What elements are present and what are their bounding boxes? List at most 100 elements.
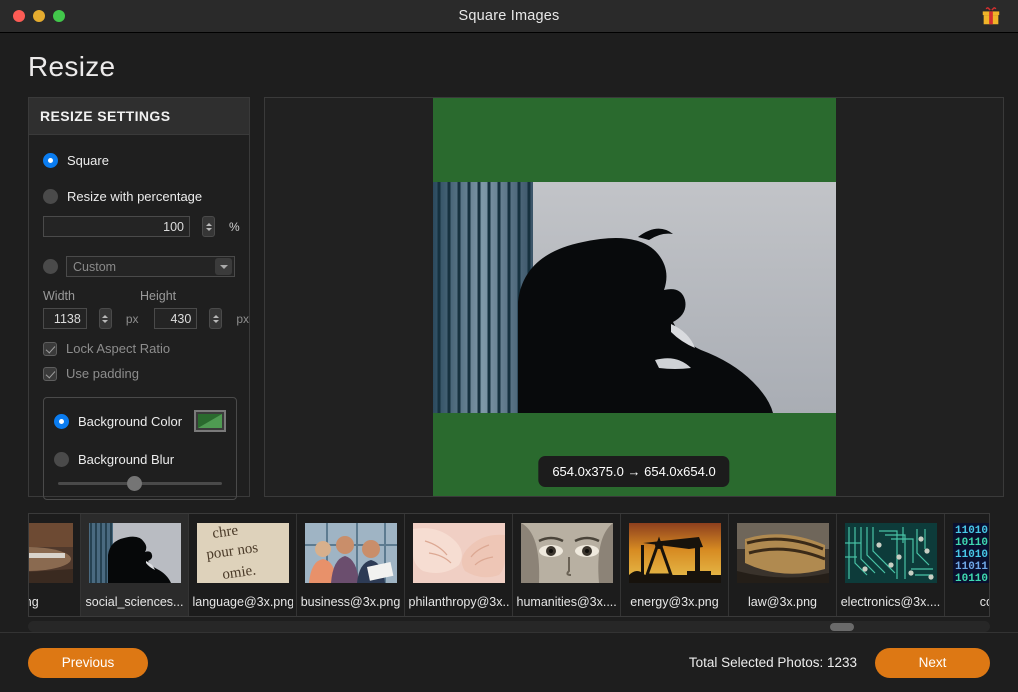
custom-preset-select[interactable]: Custom	[66, 256, 235, 277]
list-item[interactable]: law@3x.png	[729, 514, 837, 617]
dimension-field-row: px px	[29, 308, 249, 329]
lock-aspect-ratio-label: Lock Aspect Ratio	[66, 341, 171, 356]
thumbnail-label: language@3x.png	[192, 595, 293, 609]
scrollbar-thumb[interactable]	[830, 623, 854, 632]
content-area: RESIZE SETTINGS Square Resize with perce…	[0, 97, 1018, 505]
lock-aspect-ratio-checkbox[interactable]	[43, 341, 57, 356]
use-padding-label: Use padding	[66, 366, 139, 381]
height-stepper[interactable]	[209, 308, 223, 329]
thumbnail-image: 11010 10110 11010 11011 10110	[952, 523, 989, 583]
background-blur-radio[interactable]	[54, 452, 69, 467]
app-window: Square Images Resize RESIZE SETTINGS Squ…	[0, 0, 1018, 692]
thumbnail-image	[88, 523, 181, 583]
total-selected-photos-label: Total Selected Photos: 1233	[688, 655, 857, 670]
height-input[interactable]	[154, 309, 197, 328]
thumbnail-image	[844, 523, 937, 583]
thumbnail-strip[interactable]: ...ng social_sciences...	[28, 513, 990, 618]
previous-button[interactable]: Previous	[28, 647, 148, 678]
background-color-radio[interactable]	[54, 413, 69, 429]
list-item[interactable]: chre pour nos omie. language@3x.png	[189, 514, 297, 617]
meeting-thumbnail-graphic	[304, 523, 397, 583]
option-background-blur[interactable]: Background Blur	[44, 452, 236, 467]
square-radio[interactable]	[43, 153, 58, 168]
background-blur-label: Background Blur	[78, 452, 175, 467]
hands-thumbnail-graphic	[412, 523, 505, 583]
option-square[interactable]: Square	[29, 153, 249, 168]
percentage-input-wrap[interactable]	[43, 216, 190, 237]
background-color-swatch[interactable]	[194, 410, 226, 432]
thumbnail-label: humanities@3x....	[516, 595, 617, 609]
chevron-down-icon[interactable]	[215, 258, 232, 275]
preview-image-graphic	[432, 181, 836, 413]
percentage-input[interactable]	[44, 217, 189, 236]
background-options-group: Background Color Background Blur	[43, 397, 237, 500]
width-input-wrap[interactable]	[43, 308, 87, 329]
text-paper-thumbnail-graphic: chre pour nos omie.	[196, 523, 289, 583]
use-padding-row[interactable]: Use padding	[29, 366, 249, 381]
title-bar: Square Images	[0, 0, 1018, 33]
footer-bar: Previous Total Selected Photos: 1233 Nex…	[0, 632, 1018, 692]
width-label: Width	[43, 289, 75, 303]
settings-panel-body: Square Resize with percentage %	[29, 135, 249, 500]
binary-code-thumbnail-graphic: 11010 10110 11010 11011 10110	[952, 523, 989, 583]
list-item[interactable]: energy@3x.png	[621, 514, 729, 617]
list-item[interactable]: business@3x.png	[297, 514, 405, 617]
preview-canvas: 654.0x375.0 → 654.0x654.0	[432, 98, 836, 496]
option-custom[interactable]: Custom	[29, 256, 249, 277]
pottery-thumbnail-graphic	[29, 523, 73, 583]
list-item[interactable]: humanities@3x....	[513, 514, 621, 617]
percentage-radio[interactable]	[43, 189, 58, 204]
thumbnail-scrollbar[interactable]	[28, 621, 990, 632]
thumbnail-image	[736, 523, 829, 583]
thumbnail-image	[29, 523, 73, 583]
blur-slider-knob[interactable]	[127, 476, 142, 491]
circuit-board-thumbnail-graphic	[844, 523, 937, 583]
svg-text:10110: 10110	[955, 537, 988, 549]
percentage-label: Resize with percentage	[67, 189, 203, 204]
svg-text:11010: 11010	[955, 549, 988, 561]
gift-icon[interactable]	[980, 5, 1002, 27]
list-item[interactable]: philanthropy@3x...	[405, 514, 513, 617]
svg-text:11011: 11011	[955, 561, 988, 573]
next-button[interactable]: Next	[875, 647, 990, 678]
percentage-stepper[interactable]	[202, 216, 215, 237]
settings-panel-header: RESIZE SETTINGS	[29, 98, 249, 135]
height-unit: px	[236, 311, 249, 326]
thumbnail-image: chre pour nos omie.	[196, 523, 289, 583]
list-item[interactable]: 11010 10110 11010 11011 10110 compu	[945, 514, 989, 617]
page-header: Resize	[0, 33, 1018, 97]
traffic-lights	[13, 10, 65, 22]
dimension-badge: 654.0x375.0 → 654.0x654.0	[538, 455, 730, 487]
color-swatch-fill	[198, 414, 222, 428]
close-button[interactable]	[13, 10, 25, 22]
width-stepper[interactable]	[98, 308, 112, 329]
image-preview-panel: 654.0x375.0 → 654.0x654.0	[264, 97, 1004, 497]
thumbnail-image	[412, 523, 505, 583]
width-unit: px	[125, 311, 139, 326]
thumbnail-label: law@3x.png	[748, 595, 817, 609]
oil-pump-thumbnail-graphic	[628, 523, 721, 583]
list-item[interactable]: ...ng	[29, 514, 81, 617]
list-item[interactable]: social_sciences...	[81, 514, 189, 617]
thumbnail-label: compu	[979, 595, 989, 609]
use-padding-checkbox[interactable]	[43, 366, 57, 381]
thumbnail-image	[628, 523, 721, 583]
zoom-button[interactable]	[53, 10, 65, 22]
minimize-button[interactable]	[33, 10, 45, 22]
option-resize-percentage[interactable]: Resize with percentage	[29, 189, 249, 204]
option-background-color[interactable]: Background Color	[44, 410, 236, 432]
preview-image	[432, 181, 836, 413]
height-input-wrap[interactable]	[153, 308, 198, 329]
lock-aspect-ratio-row[interactable]: Lock Aspect Ratio	[29, 341, 249, 356]
height-label: Height	[140, 289, 177, 303]
thumbnail-image	[304, 523, 397, 583]
silhouette-thumbnail-graphic	[88, 523, 181, 583]
thumbnail-label: electronics@3x....	[840, 595, 941, 609]
custom-radio[interactable]	[43, 259, 58, 274]
percentage-unit: %	[229, 219, 240, 234]
blur-slider[interactable]	[44, 476, 236, 491]
gavel-wood-thumbnail-graphic	[736, 523, 829, 583]
thumbnail-label: energy@3x.png	[630, 595, 719, 609]
list-item[interactable]: electronics@3x....	[837, 514, 945, 617]
width-input[interactable]	[44, 309, 86, 328]
